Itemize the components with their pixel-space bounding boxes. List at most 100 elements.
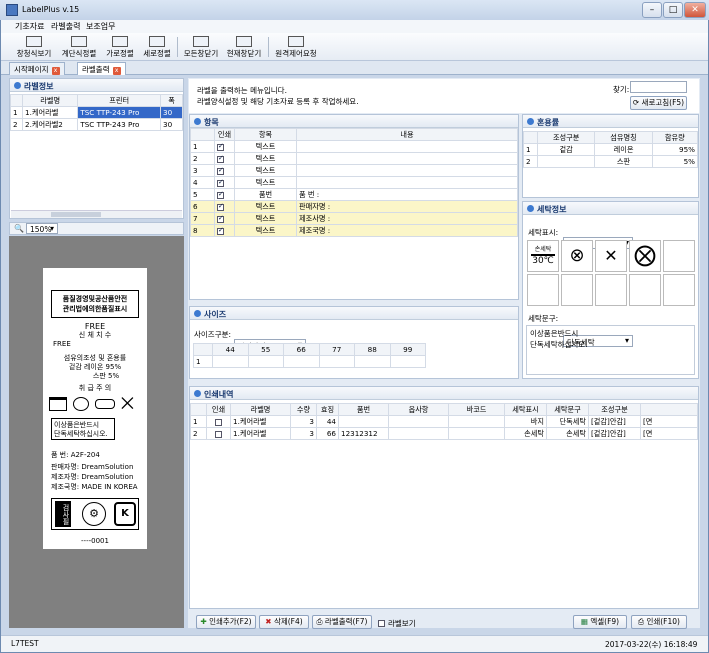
print-checkbox[interactable] (217, 142, 224, 151)
print-checkbox[interactable] (215, 418, 222, 426)
tab-close-icon[interactable]: x (112, 67, 121, 75)
info-header: 라벨을 출력하는 메뉴입니다. 라벨양식설정 및 해당 기초자료 등록 후 작업… (189, 79, 699, 113)
tab-start-page[interactable]: 시작페이지 x (9, 62, 65, 75)
table-row[interactable]: 1 (193, 355, 426, 368)
table-row[interactable]: 2 스판 5% (523, 155, 699, 168)
zoom-select[interactable]: 150% (26, 223, 58, 234)
window-title: LabelPlus v.15 (22, 5, 80, 14)
items-title: 항목 (190, 115, 518, 128)
table-row[interactable]: 1 1.케어라벨 TSC TTP-243 Pro 30 (10, 106, 183, 119)
horizontal-button[interactable]: 가로정렬 (104, 35, 136, 59)
info-text-2: 라벨양식설정 및 해당 기초자료 등록 후 작업하세요. (197, 97, 359, 106)
col-width[interactable]: 폭 (160, 94, 183, 107)
remote-control-button[interactable]: 원격제어요청 (273, 35, 319, 59)
print-button[interactable]: ⎙ 인쇄(F10) (631, 615, 687, 629)
wash-slot[interactable] (663, 274, 695, 306)
table-row[interactable]: 5품번품 번 : (190, 188, 518, 201)
no-dryclean-icon[interactable]: ⊗ (561, 240, 593, 272)
print-checkbox[interactable] (217, 178, 224, 187)
no-dryclean-icon (73, 397, 89, 411)
delete-button[interactable]: ✖ 삭제(F4) (259, 615, 309, 629)
app-icon (6, 4, 18, 16)
table-row[interactable]: 7텍스트제조사명 : (190, 212, 518, 225)
table-row[interactable]: 3텍스트 (190, 164, 518, 177)
vertical-button[interactable]: 세로정렬 (141, 35, 173, 59)
size-type-label: 사이즈구분: (194, 330, 232, 339)
print-checkbox[interactable] (217, 226, 224, 235)
close-current-icon (236, 36, 252, 47)
wash-display-label: 세탁표시: (528, 228, 559, 237)
table-row[interactable]: 1텍스트 (190, 140, 518, 153)
print-checkbox[interactable] (217, 190, 224, 199)
cascade-button[interactable]: 계단식정렬 (59, 35, 99, 59)
label-table: 라벨명 프린터 폭 1 1.케어라벨 TSC TTP-243 Pro 30 2 2.케어라벨… (10, 94, 183, 131)
find-input[interactable] (630, 81, 687, 93)
cert-box: 검사필 ⚙ K (51, 498, 139, 530)
table-row[interactable]: 2 2.케어라벨2 TSC TTP-243 Pro 30 (10, 118, 183, 131)
add-print-button[interactable]: ✚ 인쇄추가(F2) (196, 615, 256, 629)
col-label-name[interactable]: 라벨명 (21, 94, 79, 107)
delete-icon: ✖ (265, 617, 274, 626)
table-row[interactable]: 2 1.케어라벨 3 66 12312312 손세탁 손세탁 [겉감]안감] [면 (190, 427, 698, 440)
menu-label-print[interactable]: 라벨출력 (51, 21, 80, 32)
view-label-checkbox[interactable] (378, 619, 385, 627)
status-datetime: 2017-03-22(수) 16:18:49 (605, 640, 698, 649)
refresh-button[interactable]: ⟳ 새로고침(F5) (630, 96, 687, 110)
refresh-icon: ⟳ (632, 98, 642, 107)
size-panel: 사이즈 사이즈구분: 여성상의 445566778899 1 (189, 306, 519, 379)
wash-slot[interactable] (527, 274, 559, 306)
status-bar: L7TEST 2017-03-22(수) 16:18:49 (1, 635, 708, 652)
table-row[interactable]: 6텍스트판매자명 : (190, 200, 518, 213)
wash-tub-icon (49, 397, 67, 411)
no-wring-icon[interactable]: ✕ (595, 240, 627, 272)
size-title: 사이즈 (190, 307, 518, 320)
maximize-button[interactable]: □ (663, 2, 683, 18)
no-wring-icon (95, 399, 115, 409)
title-bar: LabelPlus v.15 – □ ✕ (0, 0, 709, 20)
view-label-text: 라벨보기 (388, 619, 416, 628)
close-all-button[interactable]: 모든창닫기 (182, 35, 220, 59)
wash-symbols: ⨉ (49, 395, 141, 415)
table-row[interactable]: 8텍스트제조국명 : (190, 224, 518, 237)
wash-slot[interactable] (561, 274, 593, 306)
close-all-icon (193, 36, 209, 47)
label-info-title: 라벨정보 (10, 79, 183, 92)
items-panel: 항목 인쇄항목내용 1텍스트 2텍스트 3텍스트 4텍스트 5품번품 번 : 6… (189, 114, 519, 300)
label-preview: 품질경영및공산품안전 관리법에의한품질표시 FREE 신 체 치 수 FREE … (43, 268, 147, 549)
no-bleach-icon[interactable]: ⨂ (629, 240, 661, 272)
toolbar-separator (268, 37, 269, 57)
wash-slot[interactable] (595, 274, 627, 306)
table-row[interactable]: 1 겉감 레이온 95% (523, 143, 699, 156)
minimize-button[interactable]: – (642, 2, 662, 18)
kc-logo-icon: K (114, 502, 136, 526)
print-checkbox[interactable] (217, 214, 224, 223)
close-current-button[interactable]: 현재창닫기 (225, 35, 263, 59)
close-button[interactable]: ✕ (684, 2, 706, 18)
table-row[interactable]: 1 1.케어라벨 3 44 바지 단독세탁 [겉감]안감] [면 (190, 415, 698, 428)
menu-bar: 기초자료 라벨출력 보조업무 (1, 20, 708, 33)
table-row[interactable]: 2텍스트 (190, 152, 518, 165)
table-row[interactable]: 4텍스트 (190, 176, 518, 189)
print-checkbox[interactable] (217, 166, 224, 175)
horizontal-icon (112, 36, 128, 47)
print-checkbox[interactable] (217, 154, 224, 163)
excel-button[interactable]: ▦ 엑셀(F9) (573, 615, 627, 629)
horizontal-scrollbar[interactable] (11, 210, 182, 218)
wash-slot[interactable] (629, 274, 661, 306)
wash-phrase-label: 세탁문구: (528, 314, 559, 323)
wash-30c-icon[interactable]: 손세탁 30℃ (527, 240, 559, 272)
wash-slot[interactable] (663, 240, 695, 272)
cascade-icon (71, 36, 87, 47)
tab-label-print[interactable]: 라벨출력 x (77, 62, 126, 75)
print-checkbox[interactable] (217, 202, 224, 211)
tile-view-button[interactable]: 창청식보기 (15, 35, 53, 59)
menu-basic-data[interactable]: 기초자료 (15, 21, 44, 32)
menu-aux-work[interactable]: 보조업무 (86, 21, 115, 32)
col-printer[interactable]: 프린터 (77, 94, 161, 107)
wash-phrase-text[interactable]: 이상품은반드시 단독세탁하십시오. (526, 325, 695, 375)
no-bleach-icon: ⨉ (121, 394, 134, 413)
tab-close-icon[interactable]: x (51, 67, 60, 75)
print-label-button[interactable]: ⎙ 라벨출력(F7) (312, 615, 372, 629)
print-checkbox[interactable] (215, 430, 222, 438)
remote-icon (288, 36, 304, 47)
